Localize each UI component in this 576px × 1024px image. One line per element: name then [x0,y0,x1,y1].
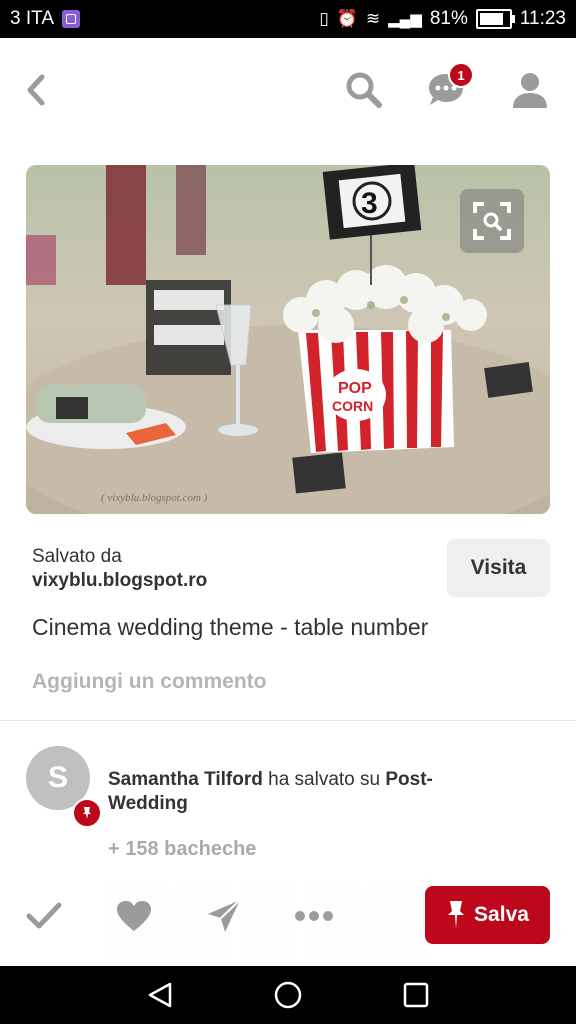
divider [0,720,576,721]
carrier-app-icon [62,10,80,28]
more-boards-link[interactable]: + 158 bacheche [108,838,256,861]
notification-badge: 1 [448,62,474,88]
alarm-icon: ⏰ [336,9,358,28]
vibrate-icon: ▯ [319,9,329,28]
top-app-bar: 1 [0,38,576,142]
pushpin-icon [448,901,465,929]
avatar-initial: S [47,761,68,794]
battery-percent: 81% [429,8,468,29]
like-button[interactable] [114,896,154,936]
svg-text:POP: POP [338,380,372,397]
checkmark-icon [26,902,62,929]
user-icon [513,73,547,108]
send-button[interactable] [204,896,244,936]
pin-badge [72,798,102,828]
nav-back-button[interactable] [145,980,175,1010]
saved-from-label: Salvato da [32,546,122,567]
done-button[interactable] [24,896,64,936]
visit-button[interactable]: Visita [447,539,550,597]
circle-home-icon [274,981,302,1009]
profile-button[interactable] [508,68,552,112]
chevron-left-icon [27,74,45,106]
clock: 11:23 [519,8,566,29]
carrier-label: 3 ITA [10,8,54,29]
activity-user-name[interactable]: Samantha Tilford [108,769,263,790]
activity-action: ha salvato su [262,769,386,790]
source-site-link[interactable]: vixyblu.blogspot.ro [32,570,207,592]
heart-icon [117,901,151,931]
system-navigation-bar [0,966,576,1024]
back-button[interactable] [14,68,58,112]
svg-text:CORN: CORN [332,398,373,414]
pin-title: Cinema wedding theme - table number [32,614,429,640]
save-button[interactable]: Salva [425,886,550,944]
pushpin-icon [83,807,91,819]
add-comment-input[interactable]: Aggiungi un commento [32,670,266,694]
search-icon [346,72,382,108]
save-button-label: Salva [474,903,529,926]
triangle-back-icon [148,982,172,1008]
messages-button[interactable]: 1 [424,62,474,112]
battery-icon [475,9,515,29]
image-watermark: ( vixyblu.blogspot.com ) [101,492,208,504]
activity-text: Samantha Tilford ha salvato su Post-Wedd… [108,768,508,816]
search-button[interactable] [342,68,386,112]
more-dots-icon [295,911,333,921]
pin-image[interactable]: POP CORN 3 ( vixyblu.blogspot.com ) [26,165,550,514]
visual-search-button[interactable] [460,189,524,253]
wifi-icon: ≋ [365,9,381,28]
svg-text:3: 3 [361,187,378,220]
nav-recents-button[interactable] [401,980,431,1010]
square-recents-icon [403,982,429,1008]
visual-search-icon [473,202,511,240]
nav-home-button[interactable] [273,980,303,1010]
status-bar: 3 ITA ▯ ⏰ ≋ ▂▄▆ 81% 11:23 [0,0,576,38]
more-options-button[interactable] [294,896,334,936]
send-icon [208,899,241,932]
signal-icon: ▂▄▆ [388,11,422,28]
